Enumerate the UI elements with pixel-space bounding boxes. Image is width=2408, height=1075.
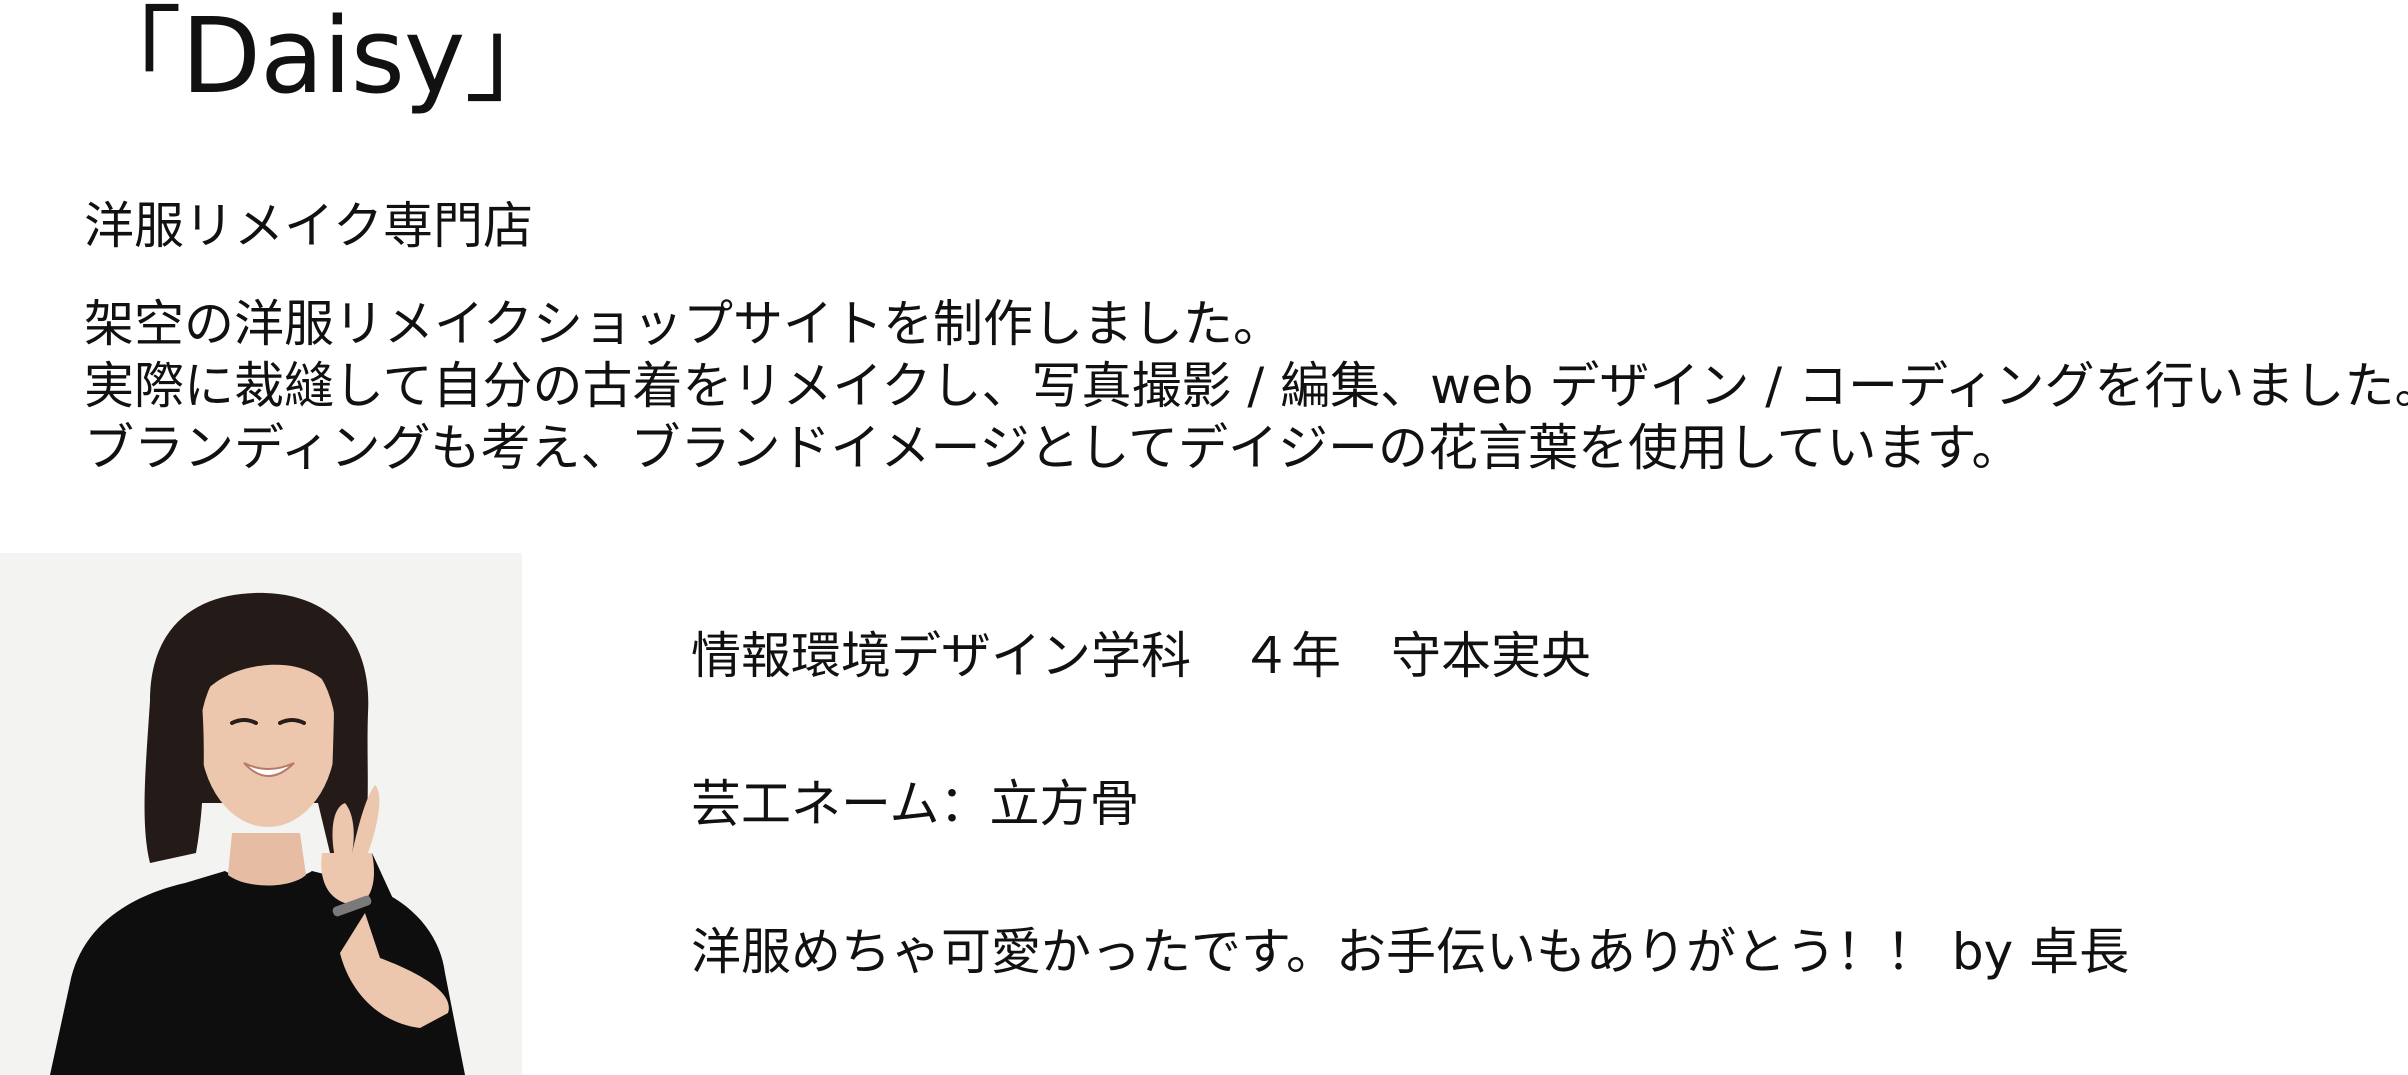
student-portrait-icon xyxy=(0,553,522,1075)
work-description: 架空の洋服リメイクショップサイトを制作しました。 実際に裁縫して自分の古着をリメ… xyxy=(84,293,2408,479)
student-info: 情報環境デザイン学科 ４年 守本実央 芸工ネーム：立方骨 洋服めちゃ可愛かったで… xyxy=(691,626,2129,982)
work-subtitle: 洋服リメイク専門店 xyxy=(84,197,533,255)
student-comment: 洋服めちゃ可愛かったです。お手伝いもありがとう！！ by 卓長 xyxy=(691,923,2130,981)
work-title: 「Daisy」 xyxy=(78,0,568,117)
description-line-2: 実際に裁縫して自分の古着をリメイクし、写真撮影 / 編集、web デザイン / … xyxy=(84,357,2408,415)
student-nickname: 芸工ネーム：立方骨 xyxy=(691,775,1140,833)
student-photo xyxy=(0,553,522,1075)
student-affiliation: 情報環境デザイン学科 ４年 守本実央 xyxy=(691,627,1591,685)
description-line-1: 架空の洋服リメイクショップサイトを制作しました。 xyxy=(84,295,1283,353)
description-line-3: ブランディングも考え、ブランドイメージとしてデイジーの花言葉を使用しています。 xyxy=(84,419,2022,477)
